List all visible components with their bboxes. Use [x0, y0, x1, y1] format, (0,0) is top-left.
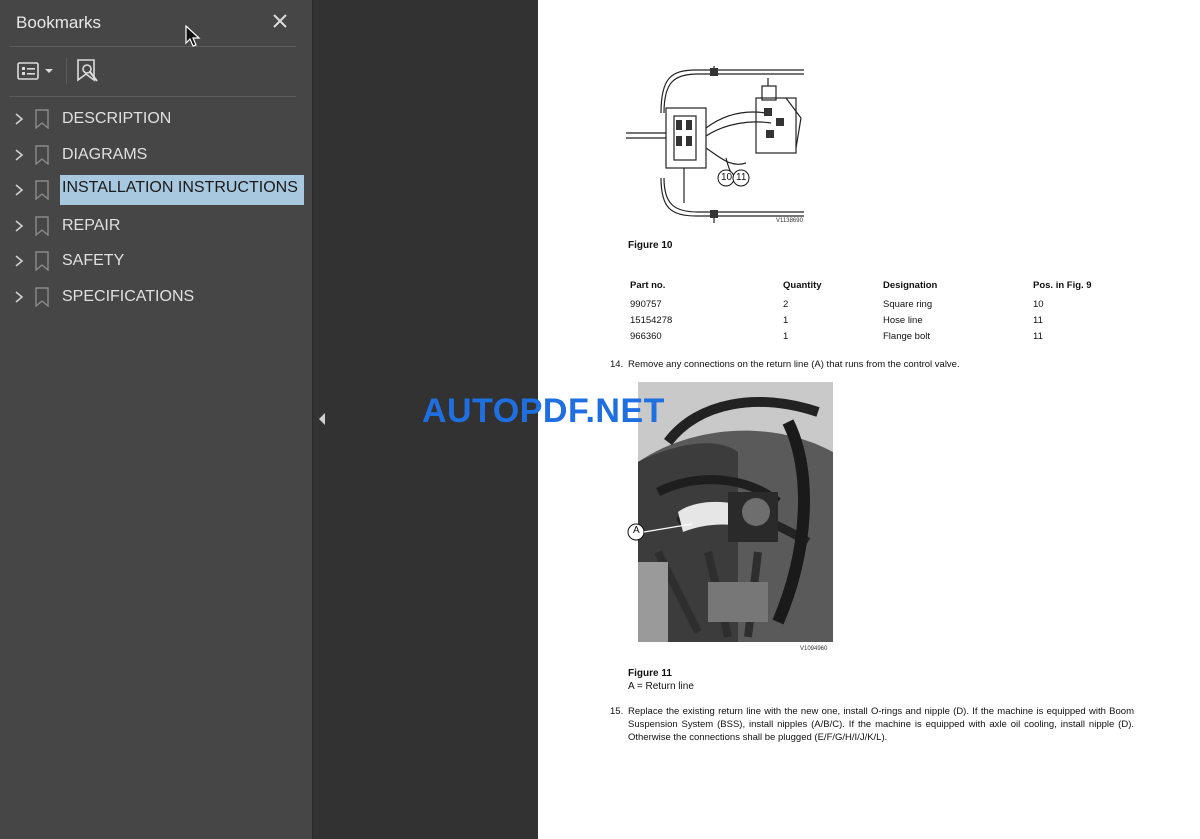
bookmark-list: DESCRIPTION DIAGRAMS INSTALLATION INSTRU… [0, 101, 312, 314]
options-menu-button[interactable] [16, 56, 56, 86]
figure-code: V1094960 [800, 646, 828, 652]
close-icon[interactable] [268, 8, 292, 34]
bookmark-icon [35, 215, 49, 236]
column-header: Quantity [783, 280, 822, 291]
bookmark-label[interactable]: INSTALLATION INSTRUCTIONS [60, 175, 304, 205]
collapse-panel-button[interactable] [317, 412, 327, 431]
watermark: AUTOPDF.NET [422, 392, 665, 430]
bookmark-specifications[interactable]: SPECIFICATIONS [0, 279, 312, 315]
step-text: Replace the existing return line with th… [628, 706, 1134, 743]
figure-11-legend: A = Return line [628, 681, 694, 692]
table-cell: 2 [783, 299, 789, 310]
chevron-right-icon[interactable] [12, 182, 26, 198]
bookmark-icon [35, 144, 49, 165]
step-text: Remove any connections on the return lin… [628, 359, 960, 370]
divider [10, 46, 296, 47]
table-cell: 1 [783, 331, 789, 342]
options-menu-icon [17, 62, 53, 80]
bookmark-description[interactable]: DESCRIPTION [0, 101, 312, 137]
column-header: Part no. [630, 280, 666, 291]
figure-code: V1138690 [776, 218, 803, 224]
table-cell: 11 [1033, 331, 1043, 342]
callout-11: 11 [736, 172, 747, 183]
table-cell: 10 [1033, 299, 1044, 310]
bookmark-icon [35, 286, 49, 307]
figure-11-caption: Figure 11 [628, 668, 672, 679]
step-number: 14. [610, 359, 624, 370]
table-cell: Flange bolt [883, 331, 931, 342]
bookmark-icon [35, 109, 49, 130]
mouse-cursor-icon [185, 24, 201, 54]
callout-a: A [633, 525, 640, 536]
bookmark-icon [35, 180, 49, 201]
chevron-left-icon [319, 413, 325, 425]
figure-10-caption: Figure 10 [628, 240, 673, 251]
bookmarks-panel: Bookmarks DESCRIPTION DIAGRAMS INSTALLAT… [0, 0, 313, 839]
panel-title: Bookmarks [16, 13, 102, 32]
bookmark-label[interactable]: REPAIR [60, 209, 122, 239]
bookmark-diagrams[interactable]: DIAGRAMS [0, 137, 312, 173]
table-cell: 966360 [630, 331, 662, 342]
chevron-right-icon[interactable] [12, 111, 26, 127]
bookmark-label[interactable]: DESCRIPTION [60, 102, 173, 132]
bookmark-icon [35, 251, 49, 272]
chevron-right-icon[interactable] [12, 253, 26, 269]
table-cell: 11 [1033, 315, 1043, 326]
bookmark-label[interactable]: DIAGRAMS [60, 138, 149, 168]
table-cell: Square ring [883, 299, 933, 310]
divider [10, 96, 296, 97]
bookmark-label[interactable]: SPECIFICATIONS [60, 280, 196, 310]
chevron-right-icon[interactable] [12, 218, 26, 234]
bookmark-installation-instructions[interactable]: INSTALLATION INSTRUCTIONS [0, 172, 312, 208]
bookmark-safety[interactable]: SAFETY [0, 243, 312, 279]
toolbar-divider [66, 58, 67, 84]
find-bookmark-button[interactable] [74, 56, 102, 86]
column-header: Pos. in Fig. 9 [1033, 280, 1092, 291]
bookmark-repair[interactable]: REPAIR [0, 208, 312, 244]
figure-10-drawing [626, 66, 804, 223]
bookmark-label[interactable]: SAFETY [60, 244, 126, 274]
figure-11-photo [638, 382, 833, 642]
table-cell: 1 [783, 315, 789, 326]
chevron-right-icon[interactable] [12, 147, 26, 163]
table-cell: Hose line [883, 315, 923, 326]
find-bookmark-icon [77, 59, 98, 82]
chevron-right-icon[interactable] [12, 289, 26, 305]
table-cell: 990757 [630, 299, 662, 310]
step-number: 15. [610, 706, 624, 717]
callout-10: 10 [721, 172, 733, 183]
column-header: Designation [883, 280, 938, 291]
table-cell: 15154278 [630, 315, 673, 326]
